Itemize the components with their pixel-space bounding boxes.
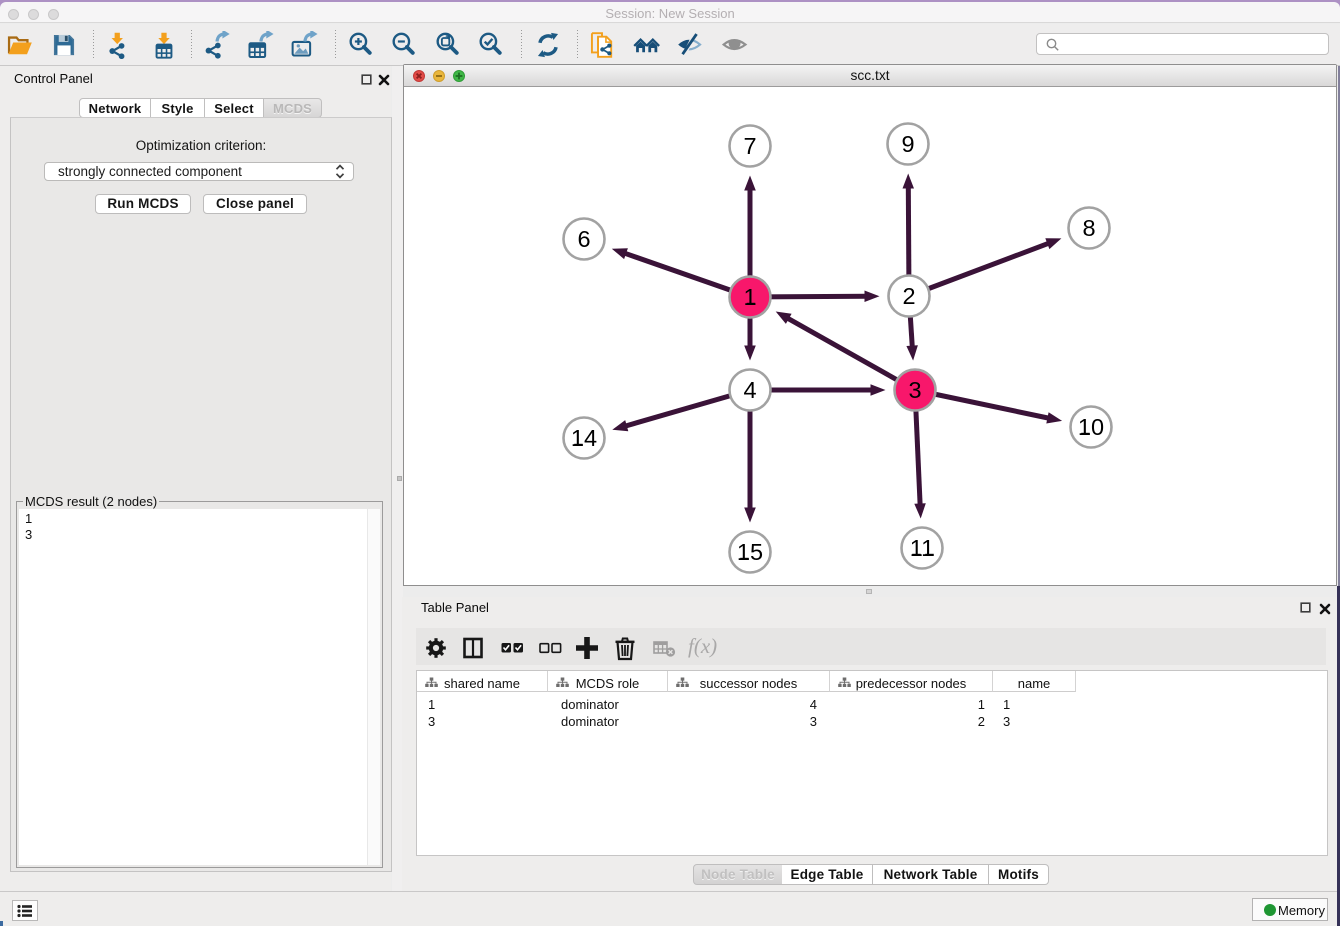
svg-text:3: 3 <box>908 377 921 403</box>
svg-text:7: 7 <box>743 133 756 159</box>
svg-text:4: 4 <box>743 377 756 403</box>
svg-text:8: 8 <box>1082 215 1095 241</box>
svg-text:14: 14 <box>571 425 597 451</box>
svg-text:6: 6 <box>577 226 590 252</box>
svg-text:2: 2 <box>902 283 915 309</box>
svg-text:11: 11 <box>910 535 934 561</box>
svg-text:1: 1 <box>743 284 756 310</box>
svg-text:10: 10 <box>1078 414 1104 440</box>
svg-text:15: 15 <box>737 539 763 565</box>
svg-text:9: 9 <box>901 131 914 157</box>
